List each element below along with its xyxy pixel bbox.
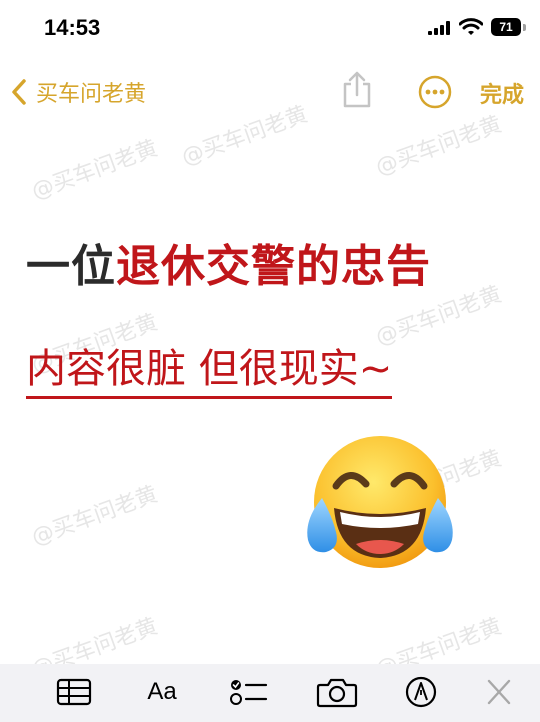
note-headline: 一位退休交警的忠告 [26, 230, 431, 294]
cellular-signal-icon [428, 21, 450, 35]
note-body[interactable]: 一位退休交警的忠告 内容很脏 但很现实~ [0, 200, 540, 640]
note-subline: 内容很脏 但很现实~ [26, 336, 393, 399]
back-button[interactable]: 买车问老黄 [8, 74, 146, 110]
status-bar: 14:53 71 [0, 0, 540, 56]
text-format-button[interactable]: Aa [140, 676, 184, 708]
editor-toolbar: Aa [0, 664, 540, 722]
wifi-icon [459, 18, 483, 35]
camera-icon[interactable] [316, 676, 358, 708]
pen-tip-icon[interactable] [404, 676, 438, 708]
table-icon[interactable] [56, 676, 92, 708]
close-icon[interactable] [484, 676, 514, 708]
face-with-tears-of-joy-icon [307, 436, 453, 568]
headline-part-red: 退休交警的忠告 [116, 241, 431, 292]
ellipsis-circle-icon[interactable] [418, 75, 452, 109]
battery-level: 71 [491, 18, 521, 36]
status-time: 14:53 [44, 15, 101, 40]
battery-icon: 71 [491, 18, 527, 36]
checklist-icon[interactable] [228, 676, 268, 708]
chevron-left-icon [12, 79, 26, 105]
watermark: @买车问老黄 [28, 136, 162, 205]
nav-bar: 买车问老黄 完成 [0, 60, 540, 124]
headline-part-dark: 一位 [26, 241, 116, 292]
done-button[interactable]: 完成 [480, 77, 524, 109]
back-label: 买车问老黄 [36, 82, 147, 107]
share-icon[interactable] [339, 70, 375, 110]
